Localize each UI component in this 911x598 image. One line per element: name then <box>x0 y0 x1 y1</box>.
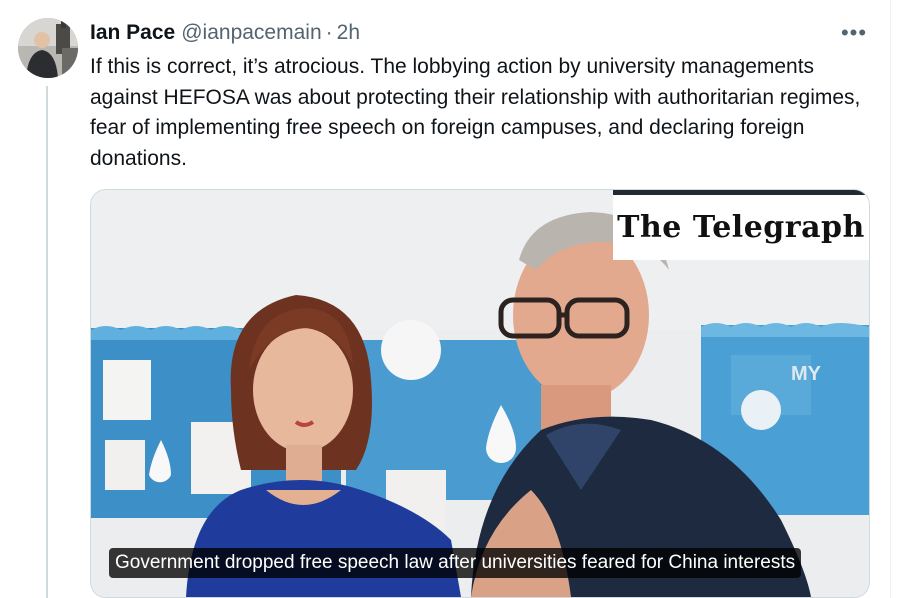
column-border <box>890 0 891 598</box>
logo-text: The Telegraph <box>617 210 865 245</box>
thread-line <box>46 86 48 598</box>
author-name[interactable]: Ian Pace <box>90 21 175 45</box>
telegraph-logo: The Telegraph <box>613 190 869 260</box>
more-options-icon[interactable]: ••• <box>838 20 870 45</box>
timestamp[interactable]: 2h <box>337 21 360 45</box>
tweet-text: If this is correct, it’s atrocious. The … <box>90 55 861 170</box>
tweet-header: Ian Pace @ianpacemain · 2h <box>90 21 360 47</box>
card-headline: Government dropped free speech law after… <box>109 548 802 578</box>
author-handle[interactable]: @ianpacemain <box>181 21 321 45</box>
board-text: MY <box>791 363 822 385</box>
avatar[interactable] <box>18 18 78 78</box>
more-label: ••• <box>840 20 868 45</box>
link-card[interactable]: MY The Telegraph Government dropped free… <box>90 189 870 598</box>
separator: · <box>325 21 333 44</box>
